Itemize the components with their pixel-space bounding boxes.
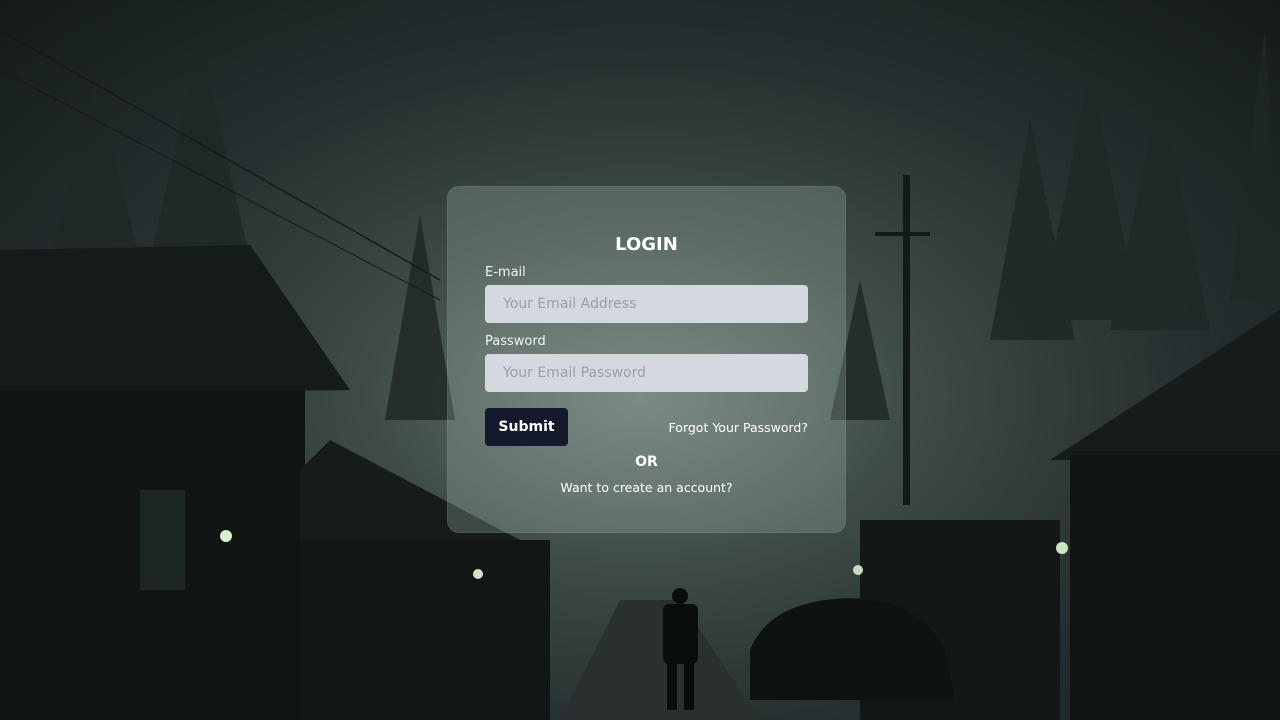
submit-button[interactable]: Submit xyxy=(485,408,568,446)
or-divider-text: OR xyxy=(635,454,658,470)
login-card: LOGIN E-mail Password Submit Forgot Your… xyxy=(447,186,846,533)
email-label: E-mail xyxy=(485,265,526,280)
password-input[interactable] xyxy=(485,354,808,392)
forgot-password-link[interactable]: Forgot Your Password? xyxy=(669,420,808,435)
login-title: LOGIN xyxy=(615,234,678,255)
password-label: Password xyxy=(485,334,546,349)
create-account-link[interactable]: Want to create an account? xyxy=(447,480,846,495)
email-input[interactable] xyxy=(485,285,808,323)
